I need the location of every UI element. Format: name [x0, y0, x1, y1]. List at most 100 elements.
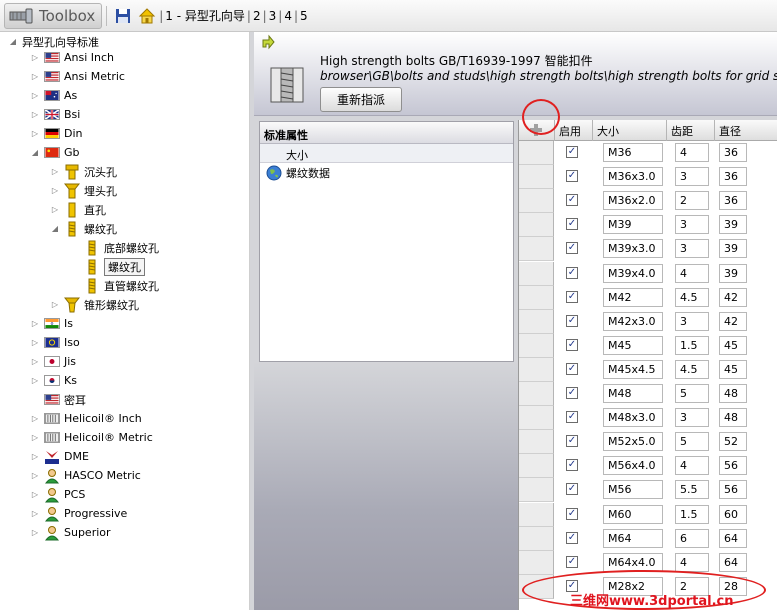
expand-arrow-icon[interactable]: ▷ — [30, 91, 40, 100]
table-row[interactable]: ✓ M39x4.0 4 39 — [519, 261, 777, 286]
column-pitch[interactable]: 齿距 — [667, 120, 715, 141]
row-header[interactable] — [519, 430, 554, 455]
expand-arrow-icon[interactable]: ▷ — [30, 509, 40, 518]
pitch-cell[interactable]: 2 — [675, 191, 709, 211]
diameter-cell[interactable]: 64 — [719, 528, 747, 548]
expand-arrow-icon[interactable]: ▷ — [30, 319, 40, 328]
tree-item-progressive[interactable]: ▷ Progressive — [30, 504, 127, 523]
pitch-cell[interactable]: 5 — [675, 432, 709, 452]
enable-checkbox[interactable]: ✓ — [566, 531, 578, 544]
column-size[interactable]: 大小 — [593, 120, 667, 141]
size-cell[interactable]: M64 — [603, 528, 663, 548]
pitch-cell[interactable]: 4 — [675, 143, 709, 162]
expand-arrow-icon[interactable]: ▷ — [30, 357, 40, 366]
enable-checkbox[interactable]: ✓ — [566, 146, 578, 158]
enable-checkbox[interactable]: ✓ — [566, 338, 578, 351]
row-header[interactable] — [519, 237, 554, 262]
enable-checkbox[interactable]: ✓ — [566, 411, 578, 424]
table-row[interactable]: ✓ M39x3.0 3 39 — [519, 237, 777, 262]
row-header[interactable] — [519, 382, 554, 406]
tree-item-straight-pipe-tapped-hole[interactable]: 直管螺纹孔 — [84, 276, 159, 295]
wizard-arrow-icon[interactable] — [260, 34, 276, 50]
pitch-cell[interactable]: 4 — [675, 456, 709, 476]
pitch-cell[interactable]: 3 — [675, 311, 709, 331]
tree-item-jis[interactable]: ▷ Jis — [30, 352, 76, 371]
size-cell[interactable]: M36x3.0 — [603, 167, 663, 187]
enable-checkbox[interactable]: ✓ — [566, 242, 578, 255]
property-size[interactable]: 大小 — [260, 144, 513, 163]
tree-item-dme[interactable]: ▷ DME — [30, 447, 89, 466]
expand-arrow-icon[interactable]: ▷ — [30, 110, 40, 119]
size-cell[interactable]: M45x4.5 — [603, 359, 663, 379]
collapse-arrow-icon[interactable]: ◢ — [8, 37, 18, 46]
expand-arrow-icon[interactable]: ▷ — [30, 433, 40, 442]
pitch-cell[interactable]: 4.5 — [675, 359, 709, 379]
table-row[interactable]: ✓ M56 5.5 56 — [519, 478, 777, 503]
table-row[interactable]: ✓ M52x5.0 5 52 — [519, 430, 777, 455]
enable-checkbox[interactable]: ✓ — [566, 266, 578, 279]
pitch-cell[interactable]: 4 — [675, 552, 709, 572]
expand-arrow-icon[interactable]: ▷ — [50, 205, 60, 214]
pitch-cell[interactable]: 4.5 — [675, 287, 709, 307]
row-header[interactable] — [519, 261, 554, 286]
size-cell[interactable]: M48x3.0 — [603, 408, 663, 428]
diameter-cell[interactable]: 42 — [719, 311, 747, 331]
enable-checkbox[interactable]: ✓ — [566, 507, 578, 520]
size-cell[interactable]: M42 — [603, 287, 663, 307]
diameter-cell[interactable]: 36 — [719, 191, 747, 211]
pitch-cell[interactable]: 5.5 — [675, 480, 709, 500]
enable-checkbox[interactable]: ✓ — [566, 459, 578, 472]
pitch-cell[interactable]: 3 — [675, 215, 709, 235]
expand-arrow-icon[interactable]: ▷ — [30, 338, 40, 347]
tree-item-straight-hole[interactable]: ▷ 直孔 — [50, 200, 106, 219]
tree-item-as[interactable]: ▷ As — [30, 86, 77, 105]
expand-arrow-icon[interactable]: ▷ — [30, 452, 40, 461]
home-icon[interactable] — [137, 6, 157, 26]
diameter-cell[interactable]: 56 — [719, 480, 747, 500]
collapse-arrow-icon[interactable]: ◢ — [50, 224, 60, 233]
table-row[interactable]: ✓ M36 4 36 — [519, 141, 777, 165]
row-header[interactable] — [519, 357, 554, 382]
diameter-cell[interactable]: 39 — [719, 263, 747, 283]
tree-item-bsi[interactable]: ▷ Bsi — [30, 105, 80, 124]
size-cell[interactable]: M36x2.0 — [603, 191, 663, 211]
size-cell[interactable]: M56x4.0 — [603, 456, 663, 476]
size-cell[interactable]: M39x3.0 — [603, 239, 663, 259]
row-header[interactable] — [519, 189, 554, 214]
tree-item-tapped-hole[interactable]: ◢ 螺纹孔 — [50, 219, 117, 238]
row-header[interactable] — [519, 454, 554, 479]
expand-arrow-icon[interactable]: ▷ — [50, 167, 60, 176]
tree-item-helicoil-metric[interactable]: ▷ Helicoil® Metric — [30, 428, 153, 447]
table-row[interactable]: ✓ M45x4.5 4.5 45 — [519, 357, 777, 382]
diameter-cell[interactable]: 48 — [719, 408, 747, 428]
row-header[interactable] — [519, 285, 554, 310]
enable-checkbox[interactable]: ✓ — [566, 194, 578, 207]
expand-arrow-icon[interactable]: ▷ — [30, 414, 40, 423]
row-header[interactable] — [519, 478, 554, 503]
table-row[interactable]: ✓ M48x3.0 3 48 — [519, 406, 777, 431]
pitch-cell[interactable]: 4 — [675, 263, 709, 283]
diameter-cell[interactable]: 64 — [719, 552, 747, 572]
table-row[interactable]: ✓ M56x4.0 4 56 — [519, 454, 777, 479]
expand-arrow-icon[interactable]: ▷ — [50, 300, 60, 309]
pitch-cell[interactable]: 3 — [675, 408, 709, 428]
expand-arrow-icon[interactable]: ▷ — [30, 376, 40, 385]
row-header[interactable] — [519, 165, 554, 190]
tree-item-helicoil-inch[interactable]: ▷ Helicoil® Inch — [30, 409, 142, 428]
enable-checkbox[interactable]: ✓ — [566, 483, 578, 496]
enable-checkbox[interactable]: ✓ — [566, 362, 578, 375]
table-row[interactable]: ✓ M36x3.0 3 36 — [519, 165, 777, 190]
tree-item-din[interactable]: ▷ Din — [30, 124, 83, 143]
size-cell[interactable]: M64x4.0 — [603, 552, 663, 572]
expand-arrow-icon[interactable]: ▷ — [30, 72, 40, 81]
enable-checkbox[interactable]: ✓ — [566, 435, 578, 448]
row-header[interactable] — [519, 406, 554, 431]
size-cell[interactable]: M56 — [603, 480, 663, 500]
tree-item-iso[interactable]: ▷ Iso — [30, 333, 80, 352]
diameter-cell[interactable]: 45 — [719, 335, 747, 355]
size-cell[interactable]: M48 — [603, 384, 663, 403]
pitch-cell[interactable]: 1.5 — [675, 335, 709, 355]
size-cell[interactable]: M42x3.0 — [603, 311, 663, 331]
pitch-cell[interactable]: 5 — [675, 384, 709, 403]
tree-item-ansi-inch[interactable]: ▷ Ansi Inch — [30, 48, 114, 67]
